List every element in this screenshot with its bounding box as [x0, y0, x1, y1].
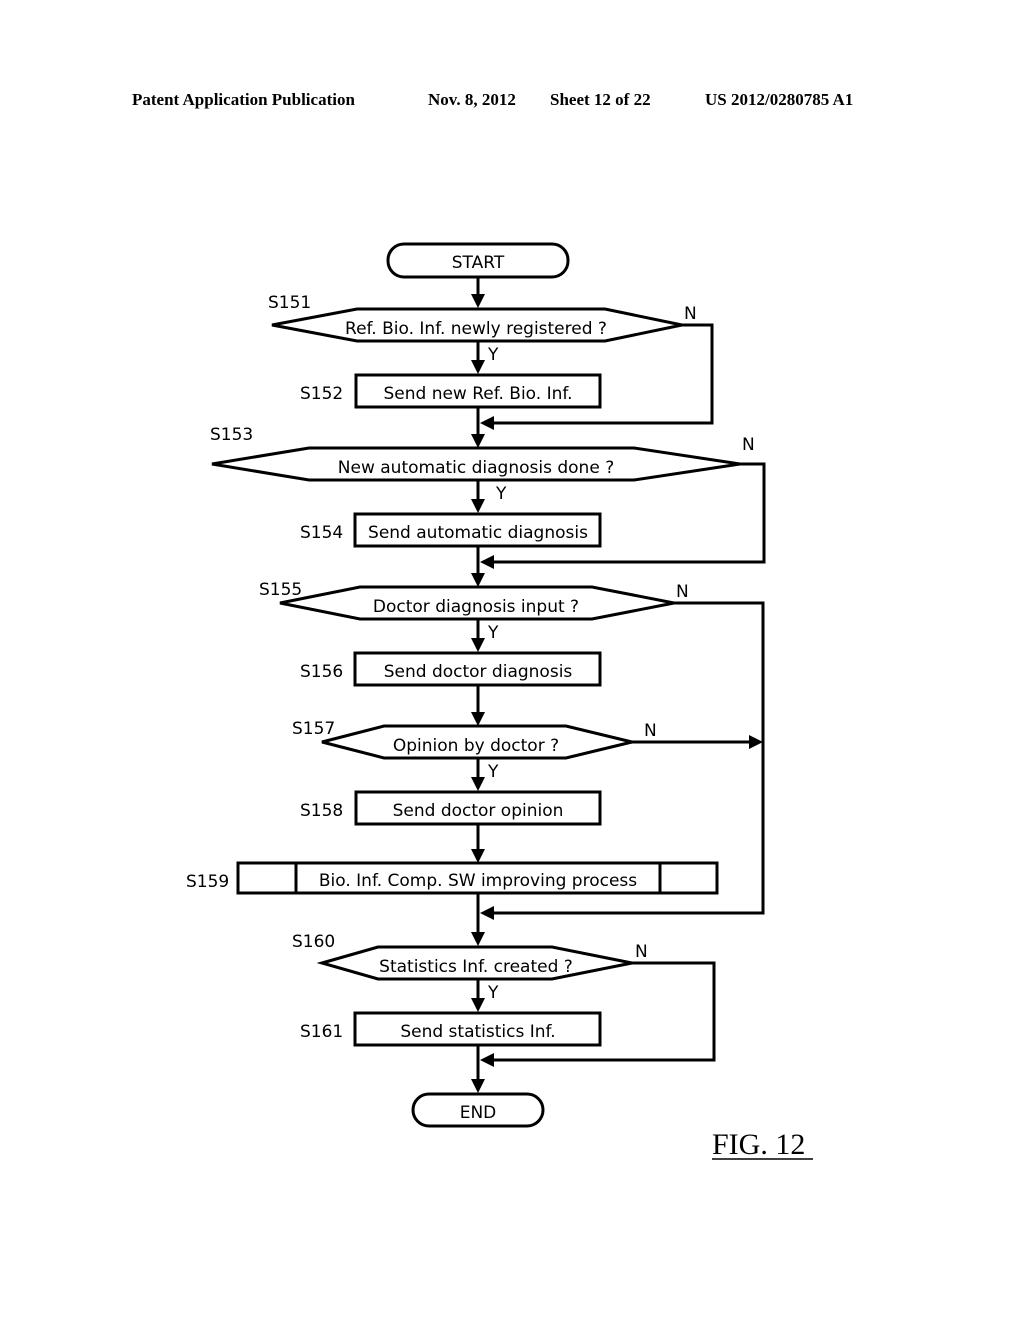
step-id-s151: S151 [268, 293, 311, 313]
yes-label: Y [495, 484, 507, 504]
flowchart: START S151 Ref. Bio. Inf. newly register… [186, 242, 813, 1161]
step-id-s152: S152 [300, 384, 343, 404]
arrow-down-icon [471, 294, 485, 308]
figure-label: FIG. 12 [712, 1128, 805, 1161]
subprocess-s159-text: Bio. Inf. Comp. SW improving process [319, 871, 637, 891]
arrow-down-icon [471, 849, 485, 863]
arrow-down-icon [471, 499, 485, 513]
step-id-s160: S160 [292, 932, 335, 952]
arrow-down-icon [471, 638, 485, 652]
process-s158-text: Send doctor opinion [393, 801, 564, 821]
arrow-left-icon [480, 416, 494, 430]
arrow-down-icon [471, 932, 485, 946]
step-id-s156: S156 [300, 662, 343, 682]
step-id-s159: S159 [186, 872, 229, 892]
arrow-down-icon [471, 1079, 485, 1093]
step-id-s158: S158 [300, 801, 343, 821]
arrow-left-icon [480, 906, 494, 920]
arrow-left-icon [480, 555, 494, 569]
arrow-down-icon [471, 998, 485, 1012]
decision-s155-text: Doctor diagnosis input ? [373, 597, 579, 617]
arrow-down-icon [471, 360, 485, 374]
step-id-s157: S157 [292, 719, 335, 739]
arrow-left-icon [480, 1053, 494, 1067]
yes-label: Y [487, 983, 499, 1003]
decision-s151-text: Ref. Bio. Inf. newly registered ? [345, 319, 607, 339]
no-label: N [644, 721, 657, 741]
arrow-right-icon [749, 735, 763, 749]
decision-s157-text: Opinion by doctor ? [393, 736, 559, 756]
process-s154-text: Send automatic diagnosis [368, 523, 588, 543]
process-s161-text: Send statistics Inf. [400, 1022, 555, 1042]
process-s152-text: Send new Ref. Bio. Inf. [383, 384, 572, 404]
step-id-s154: S154 [300, 523, 343, 543]
yes-label: Y [487, 623, 499, 643]
start-label: START [452, 253, 505, 273]
arrow-down-icon [471, 434, 485, 448]
end-label: END [460, 1103, 497, 1123]
no-label: N [684, 304, 697, 324]
no-label: N [742, 435, 755, 455]
no-label: N [635, 942, 648, 962]
step-id-s153: S153 [210, 425, 253, 445]
step-id-s161: S161 [300, 1022, 343, 1042]
yes-label: Y [487, 762, 499, 782]
decision-s153-text: New automatic diagnosis done ? [338, 458, 614, 478]
arrow-down-icon [471, 712, 485, 726]
decision-s160-text: Statistics Inf. created ? [379, 957, 573, 977]
no-label: N [676, 582, 689, 602]
yes-label: Y [487, 345, 499, 365]
arrow-down-icon [471, 573, 485, 587]
arrow-down-icon [471, 777, 485, 791]
step-id-s155: S155 [259, 580, 302, 600]
process-s156-text: Send doctor diagnosis [384, 662, 573, 682]
